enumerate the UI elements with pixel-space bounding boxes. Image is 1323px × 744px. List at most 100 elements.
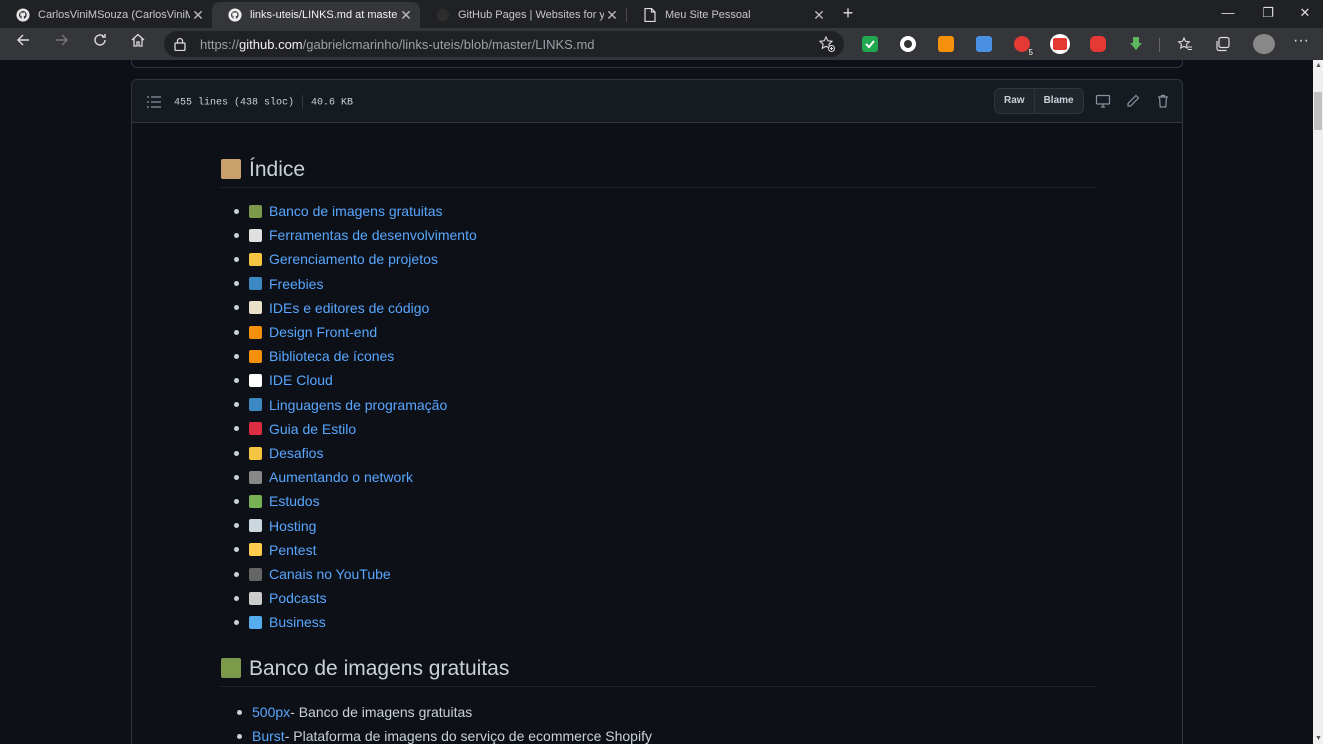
- blame-button[interactable]: Blame: [1033, 89, 1083, 113]
- picture-emoji-icon: [221, 658, 241, 678]
- pencil-icon[interactable]: [1125, 93, 1141, 109]
- folder-emoji-icon: [249, 252, 262, 266]
- index-link[interactable]: Canais no YouTube: [269, 566, 391, 582]
- close-window-button[interactable]: ✕: [1285, 0, 1323, 28]
- index-list-item: Biblioteca de ícones: [234, 348, 394, 364]
- index-link[interactable]: Pentest: [269, 542, 316, 558]
- close-tab-icon[interactable]: ✕: [398, 7, 414, 24]
- wand-emoji-icon: [249, 228, 262, 242]
- item-description: - Banco de imagens gratuitas: [290, 704, 473, 720]
- index-link[interactable]: Guia de Estilo: [269, 421, 356, 437]
- list-bullet: [234, 329, 239, 335]
- raw-button[interactable]: Raw: [995, 89, 1034, 113]
- arrow-left-icon: [17, 34, 29, 46]
- index-link[interactable]: Gerenciamento de projetos: [269, 251, 438, 267]
- red-app-extension-icon[interactable]: [1050, 34, 1070, 54]
- favorites-icon[interactable]: [1177, 36, 1193, 52]
- puzzle-extension-icon[interactable]: [938, 36, 954, 52]
- index-link[interactable]: Freebies: [269, 276, 323, 292]
- index-link[interactable]: Desafios: [269, 445, 323, 461]
- list-bullet: [234, 619, 239, 625]
- list-bullet: [234, 547, 239, 553]
- info-divider: [302, 95, 304, 109]
- tab-title: CarlosViniMSouza (CarlosViniMS: [38, 9, 190, 21]
- index-link[interactable]: Linguagens de programação: [269, 397, 447, 413]
- scrollbar-thumb[interactable]: [1314, 92, 1322, 130]
- scroll-up-arrow-icon[interactable]: ▲: [1315, 62, 1322, 69]
- link-500px[interactable]: 500px: [252, 704, 290, 720]
- shield-extension-icon[interactable]: [1090, 36, 1106, 52]
- browser-tab-active[interactable]: links-uteis/LINKS.md at master · ✕: [212, 2, 420, 28]
- abc-emoji-icon: [249, 398, 262, 412]
- list-bullet: [234, 571, 239, 577]
- index-list-item: Canais no YouTube: [234, 566, 391, 582]
- browser-tab[interactable]: GitHub Pages | Websites for you ✕: [420, 2, 626, 28]
- list-bullet: [234, 426, 239, 432]
- list-bullet: [234, 232, 239, 238]
- download-extension-icon[interactable]: [1128, 36, 1144, 52]
- index-list-item: Ferramentas de desenvolvimento: [234, 227, 477, 243]
- index-link[interactable]: Podcasts: [269, 590, 327, 606]
- link-burst[interactable]: Burst: [252, 728, 285, 744]
- index-list-item: Podcasts: [234, 590, 327, 606]
- list-bullet: [234, 377, 239, 383]
- extension-badge-count: 5: [1026, 48, 1035, 57]
- index-link[interactable]: Aumentando o network: [269, 469, 413, 485]
- index-link[interactable]: Banco de imagens gratuitas: [269, 203, 443, 219]
- collections-icon[interactable]: [1215, 36, 1231, 52]
- index-list-item: Linguagens de programação: [234, 397, 447, 413]
- close-tab-icon[interactable]: ✕: [811, 7, 827, 24]
- browser-tab[interactable]: Meu Site Pessoal ✕: [627, 2, 833, 28]
- forward-button[interactable]: [50, 32, 74, 56]
- back-button[interactable]: [11, 32, 35, 56]
- url-scheme: https://: [200, 37, 240, 52]
- list-unordered-icon[interactable]: [147, 95, 161, 113]
- minimize-button[interactable]: —: [1208, 0, 1248, 28]
- index-link[interactable]: Biblioteca de ícones: [269, 348, 394, 364]
- home-button[interactable]: [126, 32, 150, 56]
- index-list-item: IDE Cloud: [234, 372, 333, 388]
- index-list-item: Guia de Estilo: [234, 421, 356, 437]
- index-link[interactable]: Hosting: [269, 518, 316, 534]
- index-link[interactable]: Ferramentas de desenvolvimento: [269, 227, 477, 243]
- trash-icon[interactable]: [1155, 93, 1171, 109]
- add-favorite-icon[interactable]: [818, 35, 836, 53]
- clipboard-emoji-icon: [221, 159, 241, 179]
- free-emoji-icon: [249, 277, 262, 291]
- list-item: 500px - Banco de imagens gratuitas: [237, 704, 472, 720]
- list-bullet: [234, 450, 239, 456]
- section-heading: Banco de imagens gratuitas: [221, 657, 1095, 687]
- vertical-scrollbar[interactable]: ▲ ▼: [1313, 60, 1323, 744]
- browser-toolbar: https://github.com/gabrielcmarinho/links…: [0, 28, 1323, 60]
- index-link[interactable]: Design Front-end: [269, 324, 377, 340]
- index-link[interactable]: IDE Cloud: [269, 372, 333, 388]
- badge-extension-icon[interactable]: 5: [1014, 36, 1035, 57]
- index-link[interactable]: Estudos: [269, 493, 320, 509]
- restore-button[interactable]: ❐: [1248, 0, 1288, 28]
- close-tab-icon[interactable]: ✕: [604, 7, 620, 24]
- page-icon: [643, 8, 657, 22]
- github-page: 455 lines (438 sloc) 40.6 KB Raw Blame Ín…: [0, 60, 1313, 744]
- hospital-emoji-icon: [249, 519, 262, 533]
- close-tab-icon[interactable]: ✕: [190, 7, 206, 24]
- circle-extension-icon[interactable]: [900, 36, 916, 52]
- index-list-item: Estudos: [234, 493, 320, 509]
- lock-icon[interactable]: [174, 37, 186, 56]
- profile-avatar[interactable]: [1253, 34, 1275, 54]
- desktop-icon[interactable]: [1095, 93, 1111, 109]
- index-link[interactable]: IDEs e editores de código: [269, 300, 429, 316]
- url-text[interactable]: https://github.com/gabrielcmarinho/links…: [200, 37, 595, 52]
- checkmark-extension-icon[interactable]: [862, 36, 878, 52]
- scroll-down-arrow-icon[interactable]: ▼: [1315, 735, 1322, 742]
- office-emoji-icon: [249, 615, 262, 629]
- more-menu-icon[interactable]: ···: [1293, 33, 1309, 52]
- address-bar[interactable]: https://github.com/gabrielcmarinho/links…: [164, 31, 844, 57]
- github-icon: [228, 8, 242, 22]
- browser-tab[interactable]: CarlosViniMSouza (CarlosViniMS ✕: [0, 2, 212, 28]
- translate-extension-icon[interactable]: [976, 36, 992, 52]
- index-list-item: Freebies: [234, 276, 323, 292]
- index-link[interactable]: Business: [269, 614, 326, 630]
- new-tab-button[interactable]: +: [838, 3, 858, 23]
- url-path: /gabrielcmarinho/links-uteis/blob/master…: [302, 37, 595, 52]
- refresh-button[interactable]: [88, 32, 112, 56]
